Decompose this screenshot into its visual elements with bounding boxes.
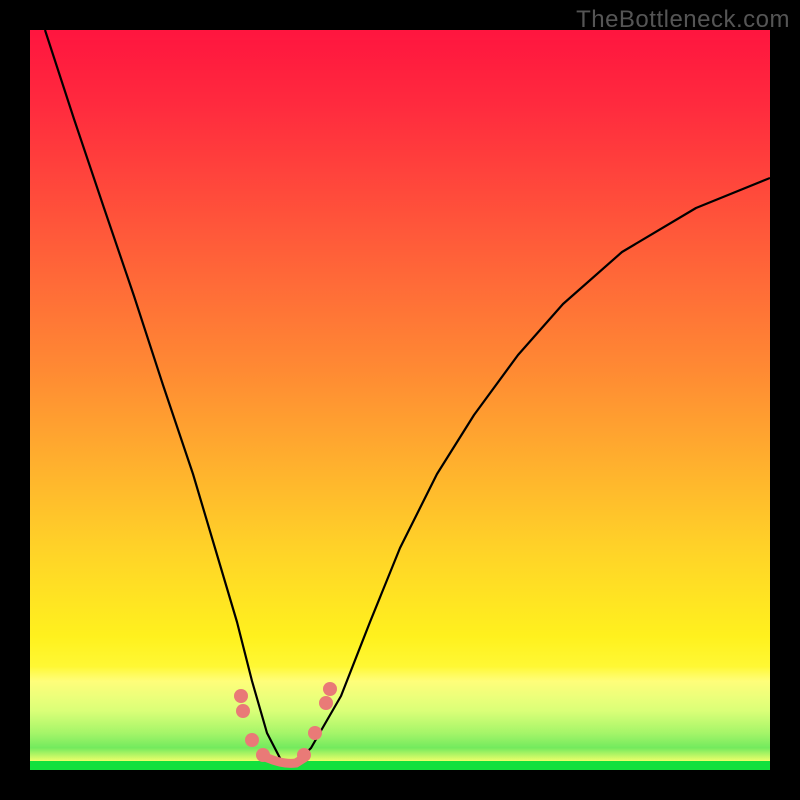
valley-dot bbox=[245, 733, 259, 747]
curve-svg bbox=[30, 30, 770, 770]
valley-dot bbox=[308, 726, 322, 740]
watermark-text: TheBottleneck.com bbox=[576, 6, 790, 34]
valley-dot bbox=[236, 704, 250, 718]
bottleneck-curve bbox=[45, 30, 770, 765]
chart-container: TheBottleneck.com bbox=[0, 0, 800, 800]
valley-dot bbox=[319, 696, 333, 710]
valley-dot bbox=[297, 748, 311, 762]
valley-dot bbox=[323, 682, 337, 696]
plot-area bbox=[30, 30, 770, 770]
valley-dot bbox=[256, 748, 270, 762]
valley-dot bbox=[234, 689, 248, 703]
